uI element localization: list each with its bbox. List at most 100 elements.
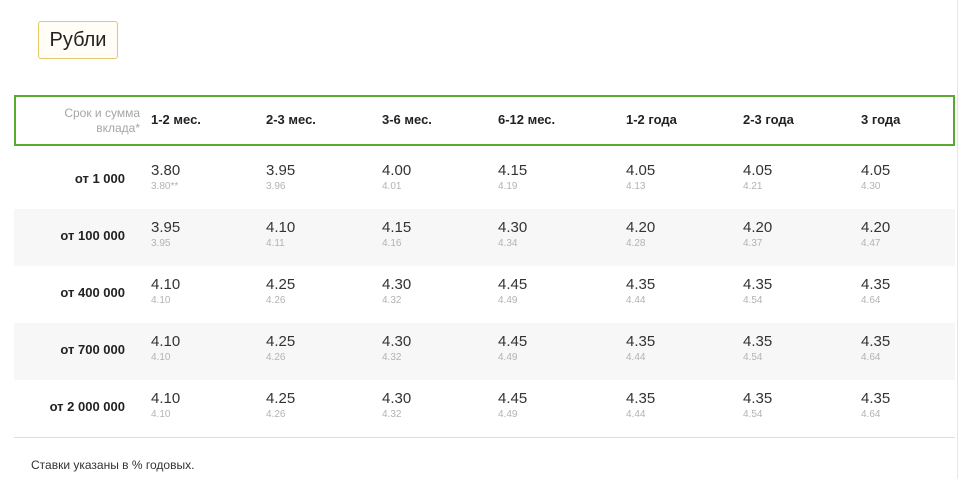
rate-value: 4.25	[266, 390, 296, 407]
rate-cell: 4.10 4.10	[151, 390, 180, 421]
rate-value: 4.00	[382, 162, 412, 179]
rate-value: 4.10	[151, 333, 181, 350]
rate-cell: 4.35 4.54	[743, 276, 772, 307]
rate-cell: 4.30 4.32	[382, 390, 411, 421]
rate-cell: 4.30 4.34	[498, 219, 527, 250]
rate-value: 3.95	[151, 219, 181, 236]
rate-value: 4.35	[861, 390, 891, 407]
column-header-1-2-years: 1-2 года	[626, 112, 677, 127]
effective-rate-value: 4.54	[743, 295, 763, 306]
row-amount-label: от 2 000 000	[49, 399, 125, 414]
rate-value: 4.45	[498, 276, 528, 293]
rate-value: 4.20	[743, 219, 773, 236]
rate-value: 4.15	[382, 219, 412, 236]
term-amount-header-label: Срок и сумма вклада*	[30, 106, 140, 136]
effective-rate-value: 4.11	[266, 238, 285, 249]
effective-rate-value: 3.80**	[151, 181, 179, 192]
rate-value: 4.45	[498, 333, 528, 350]
rate-cell: 4.45 4.49	[498, 276, 527, 307]
effective-rate-value: 4.21	[743, 181, 763, 192]
rate-value: 4.35	[626, 390, 656, 407]
column-header-1-2-months: 1-2 мес.	[151, 112, 201, 127]
rate-cell: 4.05 4.30	[861, 162, 890, 193]
effective-rate-value: 4.16	[382, 238, 402, 249]
rate-cell: 4.45 4.49	[498, 333, 527, 364]
rate-cell: 4.20 4.47	[861, 219, 890, 250]
rate-value: 4.05	[861, 162, 891, 179]
rate-value: 4.35	[861, 333, 891, 350]
rate-cell: 4.35 4.44	[626, 390, 655, 421]
scrollbar-track	[957, 0, 958, 479]
rate-cell: 3.80 3.80**	[151, 162, 180, 193]
table-row: от 100 000 3.95 3.95 4.10 4.11 4.15 4.16 4.30 4.…	[14, 209, 955, 266]
column-header-2-3-months: 2-3 мес.	[266, 112, 316, 127]
effective-rate-value: 4.32	[382, 352, 402, 363]
effective-rate-value: 4.37	[743, 238, 763, 249]
rate-value: 4.30	[382, 276, 412, 293]
rate-value: 4.35	[743, 276, 773, 293]
rate-cell: 4.10 4.10	[151, 333, 180, 364]
effective-rate-value: 4.32	[382, 295, 402, 306]
rate-cell: 4.05 4.21	[743, 162, 772, 193]
rate-value: 4.25	[266, 276, 296, 293]
table-row: от 700 000 4.10 4.10 4.25 4.26 4.30 4.32 4.45 4.…	[14, 323, 955, 380]
rate-value: 3.80	[151, 162, 181, 179]
table-divider	[14, 437, 955, 438]
rate-cell: 4.35 4.54	[743, 333, 772, 364]
effective-rate-value: 4.10	[151, 295, 171, 306]
effective-rate-value: 4.10	[151, 409, 171, 420]
effective-rate-value: 4.49	[498, 409, 518, 420]
rate-cell: 4.45 4.49	[498, 390, 527, 421]
rate-value: 4.25	[266, 333, 296, 350]
rate-cell: 4.35 4.54	[743, 390, 772, 421]
rate-value: 4.30	[382, 390, 412, 407]
rate-value: 4.35	[743, 333, 773, 350]
effective-rate-value: 4.01	[382, 181, 402, 192]
rate-cell: 4.35 4.64	[861, 390, 890, 421]
rate-value: 4.20	[626, 219, 656, 236]
rate-value: 4.35	[861, 276, 891, 293]
effective-rate-value: 4.28	[626, 238, 646, 249]
effective-rate-value: 4.54	[743, 352, 763, 363]
effective-rate-value: 4.47	[861, 238, 881, 249]
effective-rate-value: 4.10	[151, 352, 171, 363]
effective-rate-value: 4.44	[626, 295, 646, 306]
row-amount-label: от 700 000	[60, 342, 125, 357]
effective-rate-value: 4.49	[498, 295, 518, 306]
effective-rate-value: 3.96	[266, 181, 286, 192]
effective-rate-value: 4.26	[266, 295, 286, 306]
rate-cell: 4.25 4.26	[266, 276, 295, 307]
rate-cell: 4.25 4.26	[266, 333, 295, 364]
rate-value: 4.10	[266, 219, 296, 236]
rate-cell: 4.30 4.32	[382, 276, 411, 307]
rate-value: 4.35	[626, 276, 656, 293]
rate-cell: 4.35 4.64	[861, 333, 890, 364]
column-header-6-12-months: 6-12 мес.	[498, 112, 556, 127]
row-amount-label: от 400 000	[60, 285, 125, 300]
rate-value: 4.35	[626, 333, 656, 350]
column-header-3-6-months: 3-6 мес.	[382, 112, 432, 127]
rate-cell: 4.35 4.44	[626, 276, 655, 307]
effective-rate-value: 4.54	[743, 409, 763, 420]
row-amount-label: от 100 000	[60, 228, 125, 243]
rate-value: 3.95	[266, 162, 296, 179]
table-row: от 2 000 000 4.10 4.10 4.25 4.26 4.30 4.32 4.45…	[14, 380, 955, 437]
rates-footnote: Ставки указаны в % годовых.	[31, 458, 195, 472]
rate-value: 4.10	[151, 390, 181, 407]
rate-cell: 4.25 4.26	[266, 390, 295, 421]
term-amount-header-line1: Срок и сумма	[64, 106, 140, 120]
term-amount-header-line2: вклада*	[96, 121, 140, 135]
rate-cell: 4.05 4.13	[626, 162, 655, 193]
rates-table-header: Срок и сумма вклада* 1-2 мес. 2-3 мес. 3…	[14, 95, 955, 146]
effective-rate-value: 4.34	[498, 238, 518, 249]
effective-rate-value: 4.13	[626, 181, 646, 192]
rate-value: 4.30	[382, 333, 412, 350]
rate-value: 4.05	[743, 162, 773, 179]
rate-cell: 4.10 4.11	[266, 219, 295, 250]
rate-cell: 4.15 4.16	[382, 219, 411, 250]
rate-cell: 4.20 4.37	[743, 219, 772, 250]
rate-cell: 4.00 4.01	[382, 162, 411, 193]
row-amount-label: от 1 000	[74, 171, 125, 186]
rate-value: 4.45	[498, 390, 528, 407]
currency-tab-rubles[interactable]: Рубли	[38, 21, 118, 59]
